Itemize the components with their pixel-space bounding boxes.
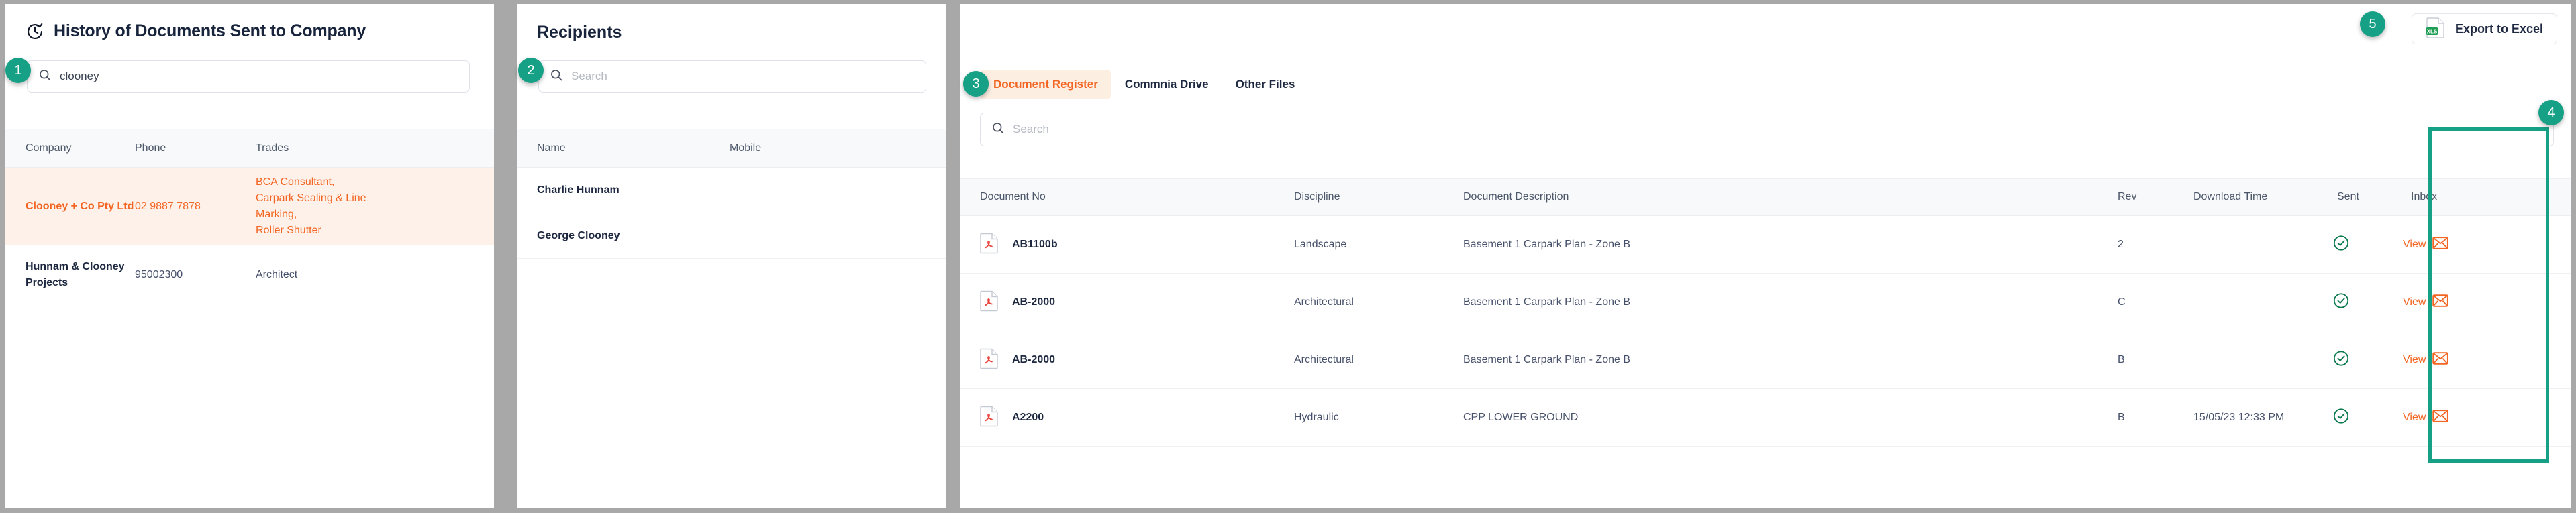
step-badge-2: 2 [518,58,544,83]
inbox-view-action[interactable]: View [2403,351,2449,368]
cell-description: CPP LOWER GROUND [1463,411,1579,423]
list-item[interactable]: Charlie Hunnam [517,168,946,213]
table-row[interactable]: AB1100b Landscape Basement 1 Carpark Pla… [960,216,2571,274]
table-row[interactable]: Hunnam & Clooney Projects 95002300 Archi… [5,245,494,304]
documents-panel: XLS Export to Excel Document Register Co… [960,4,2571,508]
export-to-excel-button[interactable]: XLS Export to Excel [2411,13,2557,44]
cell-trades: BCA Consultant, Carpark Sealing & Line M… [256,176,366,236]
table-row[interactable]: AB-2000 Architectural Basement 1 Carpark… [960,331,2571,389]
cell-document-no: AB-2000 [1012,296,1056,308]
search-icon [991,121,1005,138]
cell-discipline: Landscape [1294,238,1347,250]
view-link[interactable]: View [2403,239,2426,251]
inbox-view-action[interactable]: View [2403,409,2449,426]
cell-name: George Clooney [537,229,620,241]
cell-phone: 95002300 [135,268,183,280]
col-sent: Sent [2337,191,2359,203]
col-download-time: Download Time [2193,191,2268,203]
cell-discipline: Architectural [1294,353,1354,365]
step-badge-5: 5 [2360,11,2385,37]
cell-name: Charlie Hunnam [537,184,620,196]
cell-document-no: AB1100b [1012,238,1058,250]
history-table-header: Company Phone Trades [5,129,494,168]
documents-search-box[interactable] [980,113,2554,146]
cell-company: Clooney + Co Pty Ltd [26,200,134,212]
cell-document-no: A2200 [1012,411,1044,423]
pdf-file-icon [980,290,999,315]
sent-check-icon [2332,292,2350,312]
documents-table-header: Document No Discipline Document Descript… [960,178,2571,216]
xls-file-icon: XLS [2426,17,2446,42]
recipients-search-input[interactable] [571,70,926,83]
recipients-search-box[interactable] [538,60,926,93]
cell-rev: B [2118,353,2125,365]
history-search-box[interactable] [27,60,470,93]
col-inbox: Inbox [2411,191,2438,203]
pdf-file-icon [980,347,999,372]
history-clock-icon [26,22,44,41]
envelope-icon[interactable] [2432,236,2449,253]
col-document-no: Document No [980,191,1046,203]
view-link[interactable]: View [2403,296,2426,308]
envelope-icon[interactable] [2432,409,2449,426]
export-to-excel-label: Export to Excel [2455,21,2543,36]
cell-description: Basement 1 Carpark Plan - Zone B [1463,296,1631,308]
col-name: Name [537,142,566,154]
inbox-view-action[interactable]: View [2403,236,2449,253]
view-link[interactable]: View [2403,354,2426,366]
cell-download-time: 15/05/23 12:33 PM [2193,411,2285,423]
table-row[interactable]: Clooney + Co Pty Ltd 02 9887 7878 BCA Co… [5,168,494,245]
tab-other-files[interactable]: Other Files [1222,70,1309,99]
inbox-view-action[interactable]: View [2403,294,2449,310]
page-title: History of Documents Sent to Company [54,21,366,40]
history-panel: History of Documents Sent to Company Com… [5,4,494,508]
tab-document-register[interactable]: Document Register [980,70,1111,99]
cell-trades: Architect [256,268,298,280]
col-trades: Trades [256,142,289,154]
step-badge-1: 1 [5,58,31,83]
cell-description: Basement 1 Carpark Plan - Zone B [1463,353,1631,365]
col-phone: Phone [135,142,166,154]
recipients-table-header: Name Mobile [517,129,946,168]
envelope-icon[interactable] [2432,351,2449,368]
view-link[interactable]: View [2403,412,2426,424]
pdf-file-icon [980,232,999,257]
col-rev: Rev [2118,191,2137,203]
table-row[interactable]: A2200 Hydraulic CPP LOWER GROUND B 15/05… [960,389,2571,447]
cell-discipline: Architectural [1294,296,1354,308]
sent-check-icon [2332,234,2350,255]
history-panel-title-row: History of Documents Sent to Company [26,21,366,41]
sent-check-icon [2332,349,2350,370]
cell-rev: 2 [2118,238,2124,250]
tab-commnia-drive[interactable]: Commnia Drive [1111,70,1222,99]
svg-text:XLS: XLS [2427,28,2438,34]
step-badge-3: 3 [963,71,989,97]
envelope-icon[interactable] [2432,294,2449,310]
recipients-panel: Recipients Name Mobile Charlie Hunnam Ge… [517,4,946,508]
search-icon [38,68,52,85]
cell-phone: 02 9887 7878 [135,200,201,212]
cell-description: Basement 1 Carpark Plan - Zone B [1463,238,1631,250]
recipients-title: Recipients [537,23,622,42]
col-mobile: Mobile [730,142,762,154]
cell-company: Hunnam & Clooney Projects [26,261,125,288]
col-discipline: Discipline [1294,191,1340,203]
search-icon [550,68,563,85]
col-description: Document Description [1463,191,1569,203]
list-item[interactable]: George Clooney [517,213,946,259]
pdf-file-icon [980,405,999,430]
history-search-input[interactable] [60,70,469,83]
cell-rev: C [2118,296,2126,308]
cell-document-no: AB-2000 [1012,353,1056,365]
app-root: History of Documents Sent to Company Com… [0,0,2576,513]
documents-search-input[interactable] [1013,123,2553,136]
step-badge-4: 4 [2538,100,2564,125]
cell-rev: B [2118,411,2125,423]
cell-discipline: Hydraulic [1294,411,1339,423]
documents-tabs: Document Register Commnia Drive Other Fi… [980,70,1308,99]
table-row[interactable]: AB-2000 Architectural Basement 1 Carpark… [960,274,2571,331]
col-company: Company [26,142,72,154]
sent-check-icon [2332,407,2350,428]
